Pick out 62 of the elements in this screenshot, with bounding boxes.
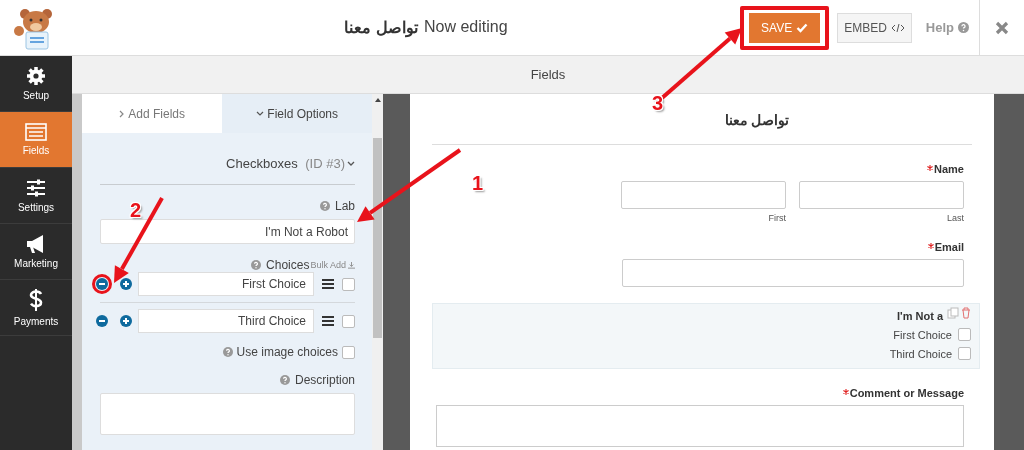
- editing-label: Now editing: [423, 18, 508, 37]
- form-icon: [25, 123, 47, 141]
- drag-handle-icon[interactable]: [322, 279, 334, 289]
- field-label: Name: [934, 163, 964, 175]
- tab[interactable]: Add Fields: [82, 94, 222, 133]
- option-label: Use image choices: [236, 345, 338, 359]
- field-label: Comment or Message: [849, 387, 964, 399]
- annotation-number: 1: [472, 172, 484, 195]
- selected-field[interactable]: I'm Not a First Choice Third Choice: [432, 303, 980, 369]
- annotation-number: 3: [652, 92, 664, 115]
- choice-field[interactable]: First Choice: [138, 272, 314, 296]
- form-name: تواصل معنا: [344, 18, 418, 37]
- duplicate-icon[interactable]: [947, 307, 959, 319]
- description-field[interactable]: [100, 393, 355, 435]
- message-field[interactable]: [436, 405, 964, 447]
- chevron-down-icon: [347, 160, 355, 167]
- checkbox[interactable]: [342, 314, 355, 328]
- sublabel: First: [767, 213, 786, 223]
- help-icon: [222, 347, 233, 357]
- field-caption: Lab: [334, 199, 355, 213]
- email-field[interactable]: [622, 259, 964, 287]
- field-caption: Choices: [266, 258, 310, 272]
- tab[interactable]: Field Options: [222, 94, 372, 133]
- last-name-field[interactable]: [799, 181, 964, 209]
- help-icon: [251, 260, 262, 270]
- add-icon[interactable]: [120, 315, 132, 327]
- sublabel: Last: [946, 213, 964, 223]
- chevron-right-icon: [119, 109, 125, 118]
- choice-label: First Choice: [893, 328, 952, 341]
- field-label: Email: [934, 241, 964, 253]
- checkbox[interactable]: [958, 328, 971, 341]
- add-icon[interactable]: [120, 278, 132, 290]
- annotation-number: 2: [130, 199, 142, 222]
- close-icon[interactable]: [995, 20, 1009, 35]
- check-icon: [796, 22, 809, 33]
- help-icon: [958, 22, 969, 33]
- checkbox[interactable]: [958, 347, 971, 360]
- drag-handle-icon[interactable]: [322, 316, 334, 326]
- sliders-icon: [26, 178, 46, 198]
- checkbox[interactable]: [342, 277, 355, 291]
- remove-icon[interactable]: [96, 315, 108, 327]
- choice-label: Third Choice: [889, 347, 952, 360]
- help-icon: [319, 201, 330, 211]
- choice-field[interactable]: Third Choice: [138, 309, 314, 333]
- label-field[interactable]: I'm Not a Robot: [100, 219, 355, 244]
- settings-icon: [26, 66, 46, 86]
- scroll-up-icon[interactable]: [374, 98, 381, 102]
- help-icon: [279, 375, 290, 385]
- code-icon: [890, 22, 905, 33]
- field-type-heading[interactable]: Checkboxes (ID #3): [226, 156, 355, 171]
- dollar-icon: [29, 288, 43, 312]
- form-title: تواصل معنا: [724, 112, 790, 128]
- field-caption: Description: [294, 373, 355, 387]
- first-name-field[interactable]: [621, 181, 786, 209]
- embed-button[interactable]: EMBED: [837, 12, 912, 43]
- checkbox[interactable]: [342, 345, 355, 359]
- chevron-down-icon: [255, 110, 264, 117]
- download-icon: [348, 261, 355, 269]
- scrollbar[interactable]: [372, 94, 383, 450]
- field-label: I'm Not a: [897, 310, 943, 322]
- toolbar-title: Fields: [530, 67, 566, 82]
- delete-icon[interactable]: [961, 307, 971, 319]
